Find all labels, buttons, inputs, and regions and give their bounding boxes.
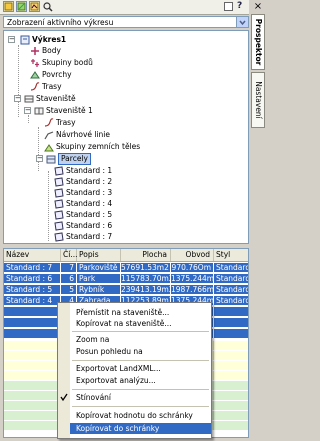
- close-button[interactable]: ×: [252, 1, 264, 13]
- tree-item-parcel[interactable]: Standard : 1: [50, 166, 240, 176]
- view-select-value: Zobrazení aktivního výkresu: [7, 18, 114, 27]
- tree-root[interactable]: − Výkres1: [8, 35, 208, 45]
- point-icon: [31, 47, 39, 55]
- point-group-icon: [31, 59, 39, 67]
- tree-item-sites[interactable]: − Staveniště: [8, 94, 208, 104]
- checkmark-icon: [60, 392, 68, 404]
- column-header-number[interactable]: Čí...: [61, 249, 77, 261]
- menu-item-pan-to[interactable]: Posun pohledu na: [70, 346, 211, 357]
- menu-item-export-landxml[interactable]: Exportovat LandXML...: [70, 363, 211, 374]
- tree-item-parcel[interactable]: Standard : 4: [50, 199, 240, 209]
- tree-item-parcel[interactable]: Standard : 3: [50, 188, 240, 198]
- parcel-icon: [54, 177, 64, 187]
- parcel-icon: [54, 188, 64, 198]
- parcel-icon: [54, 221, 64, 231]
- yellow-panel-icon[interactable]: [3, 1, 14, 12]
- column-header-name[interactable]: Název: [4, 249, 61, 261]
- tree-item-parcel[interactable]: Standard : 2: [50, 177, 240, 187]
- surface-icon: [30, 71, 40, 79]
- menu-item-copy-value[interactable]: Kopírovat hodnotu do schránky: [70, 410, 211, 421]
- site-icon: [34, 107, 44, 115]
- site-icon: [24, 95, 34, 103]
- feature-line-icon: [44, 131, 54, 140]
- tab-prospector[interactable]: Prospektor: [251, 14, 265, 70]
- column-header-area[interactable]: Plocha: [121, 249, 171, 261]
- tree-item-grading-groups[interactable]: Skupiny zemních těles: [40, 142, 240, 152]
- alignment-icon: [30, 82, 40, 91]
- chevron-down-icon[interactable]: [236, 17, 248, 27]
- tree-item-parcels[interactable]: − Parcely: [30, 153, 230, 165]
- context-menu: Přemístit na staveniště... Kopírovat na …: [57, 302, 212, 439]
- grading-icon: [44, 144, 54, 152]
- column-header-perimeter[interactable]: Obvod: [171, 249, 214, 261]
- table-row[interactable]: Standard : 6 6 Park 115783.70m2 1375.244…: [4, 274, 248, 283]
- settings-green-icon[interactable]: [16, 1, 27, 12]
- parcel-icon: [54, 166, 64, 176]
- column-header-description[interactable]: Popis: [77, 249, 121, 261]
- parcel-icon: [54, 199, 64, 209]
- tree-item-alignments[interactable]: Trasy: [20, 82, 220, 92]
- tree-item-surfaces[interactable]: Povrchy: [20, 70, 220, 80]
- tree-item-site-1[interactable]: − Staveniště 1: [18, 106, 218, 116]
- parcel-folder-icon: [46, 155, 56, 164]
- tree-item-feature-lines[interactable]: Návrhové linie: [40, 130, 240, 140]
- table-header: Název Čí... Popis Plocha Obvod Styl: [4, 249, 248, 262]
- parcel-icon: [54, 210, 64, 220]
- menu-item-copy-to-clipboard[interactable]: Kopírovat do schránky: [70, 423, 211, 434]
- tree-item-site-alignments[interactable]: Trasy: [40, 118, 240, 128]
- parcel-icon: [54, 232, 64, 242]
- menu-item-zoom-to[interactable]: Zoom na: [70, 334, 211, 345]
- tree-item-body[interactable]: Body: [20, 46, 220, 56]
- arrange-icon[interactable]: [29, 1, 40, 12]
- prospector-tree: − Výkres1 Body Skupiny bodů Povrchy Tras…: [3, 30, 249, 244]
- menu-item-copy-to-site[interactable]: Kopírovat na staveniště...: [70, 318, 211, 329]
- menu-item-shading[interactable]: Stínování: [70, 392, 211, 403]
- restore-icon[interactable]: [224, 2, 233, 11]
- table-row[interactable]: Standard : 7 7 Parkoviště 57691.53m2 970…: [4, 263, 248, 272]
- column-header-style[interactable]: Styl: [214, 249, 248, 261]
- magnifier-icon[interactable]: [43, 2, 53, 12]
- tree-item-point-groups[interactable]: Skupiny bodů: [20, 58, 220, 68]
- table-row[interactable]: Standard : 5 5 Rybník 239413.19m2 1987.7…: [4, 285, 248, 294]
- menu-item-export-analysis[interactable]: Exportovat analýzu...: [70, 375, 211, 386]
- view-select[interactable]: Zobrazení aktivního výkresu: [3, 16, 249, 28]
- tree-item-parcel[interactable]: Standard : 6: [50, 221, 240, 231]
- help-icon[interactable]: ?: [237, 1, 247, 11]
- tab-settings[interactable]: Nastavení: [251, 72, 265, 128]
- alignment-icon: [44, 118, 54, 127]
- tree-item-parcel[interactable]: Standard : 5: [50, 210, 240, 220]
- tree-item-parcel[interactable]: Standard : 7: [50, 232, 240, 242]
- toolbar: ?: [0, 0, 249, 15]
- menu-item-move-to-site[interactable]: Přemístit na staveniště...: [70, 307, 211, 318]
